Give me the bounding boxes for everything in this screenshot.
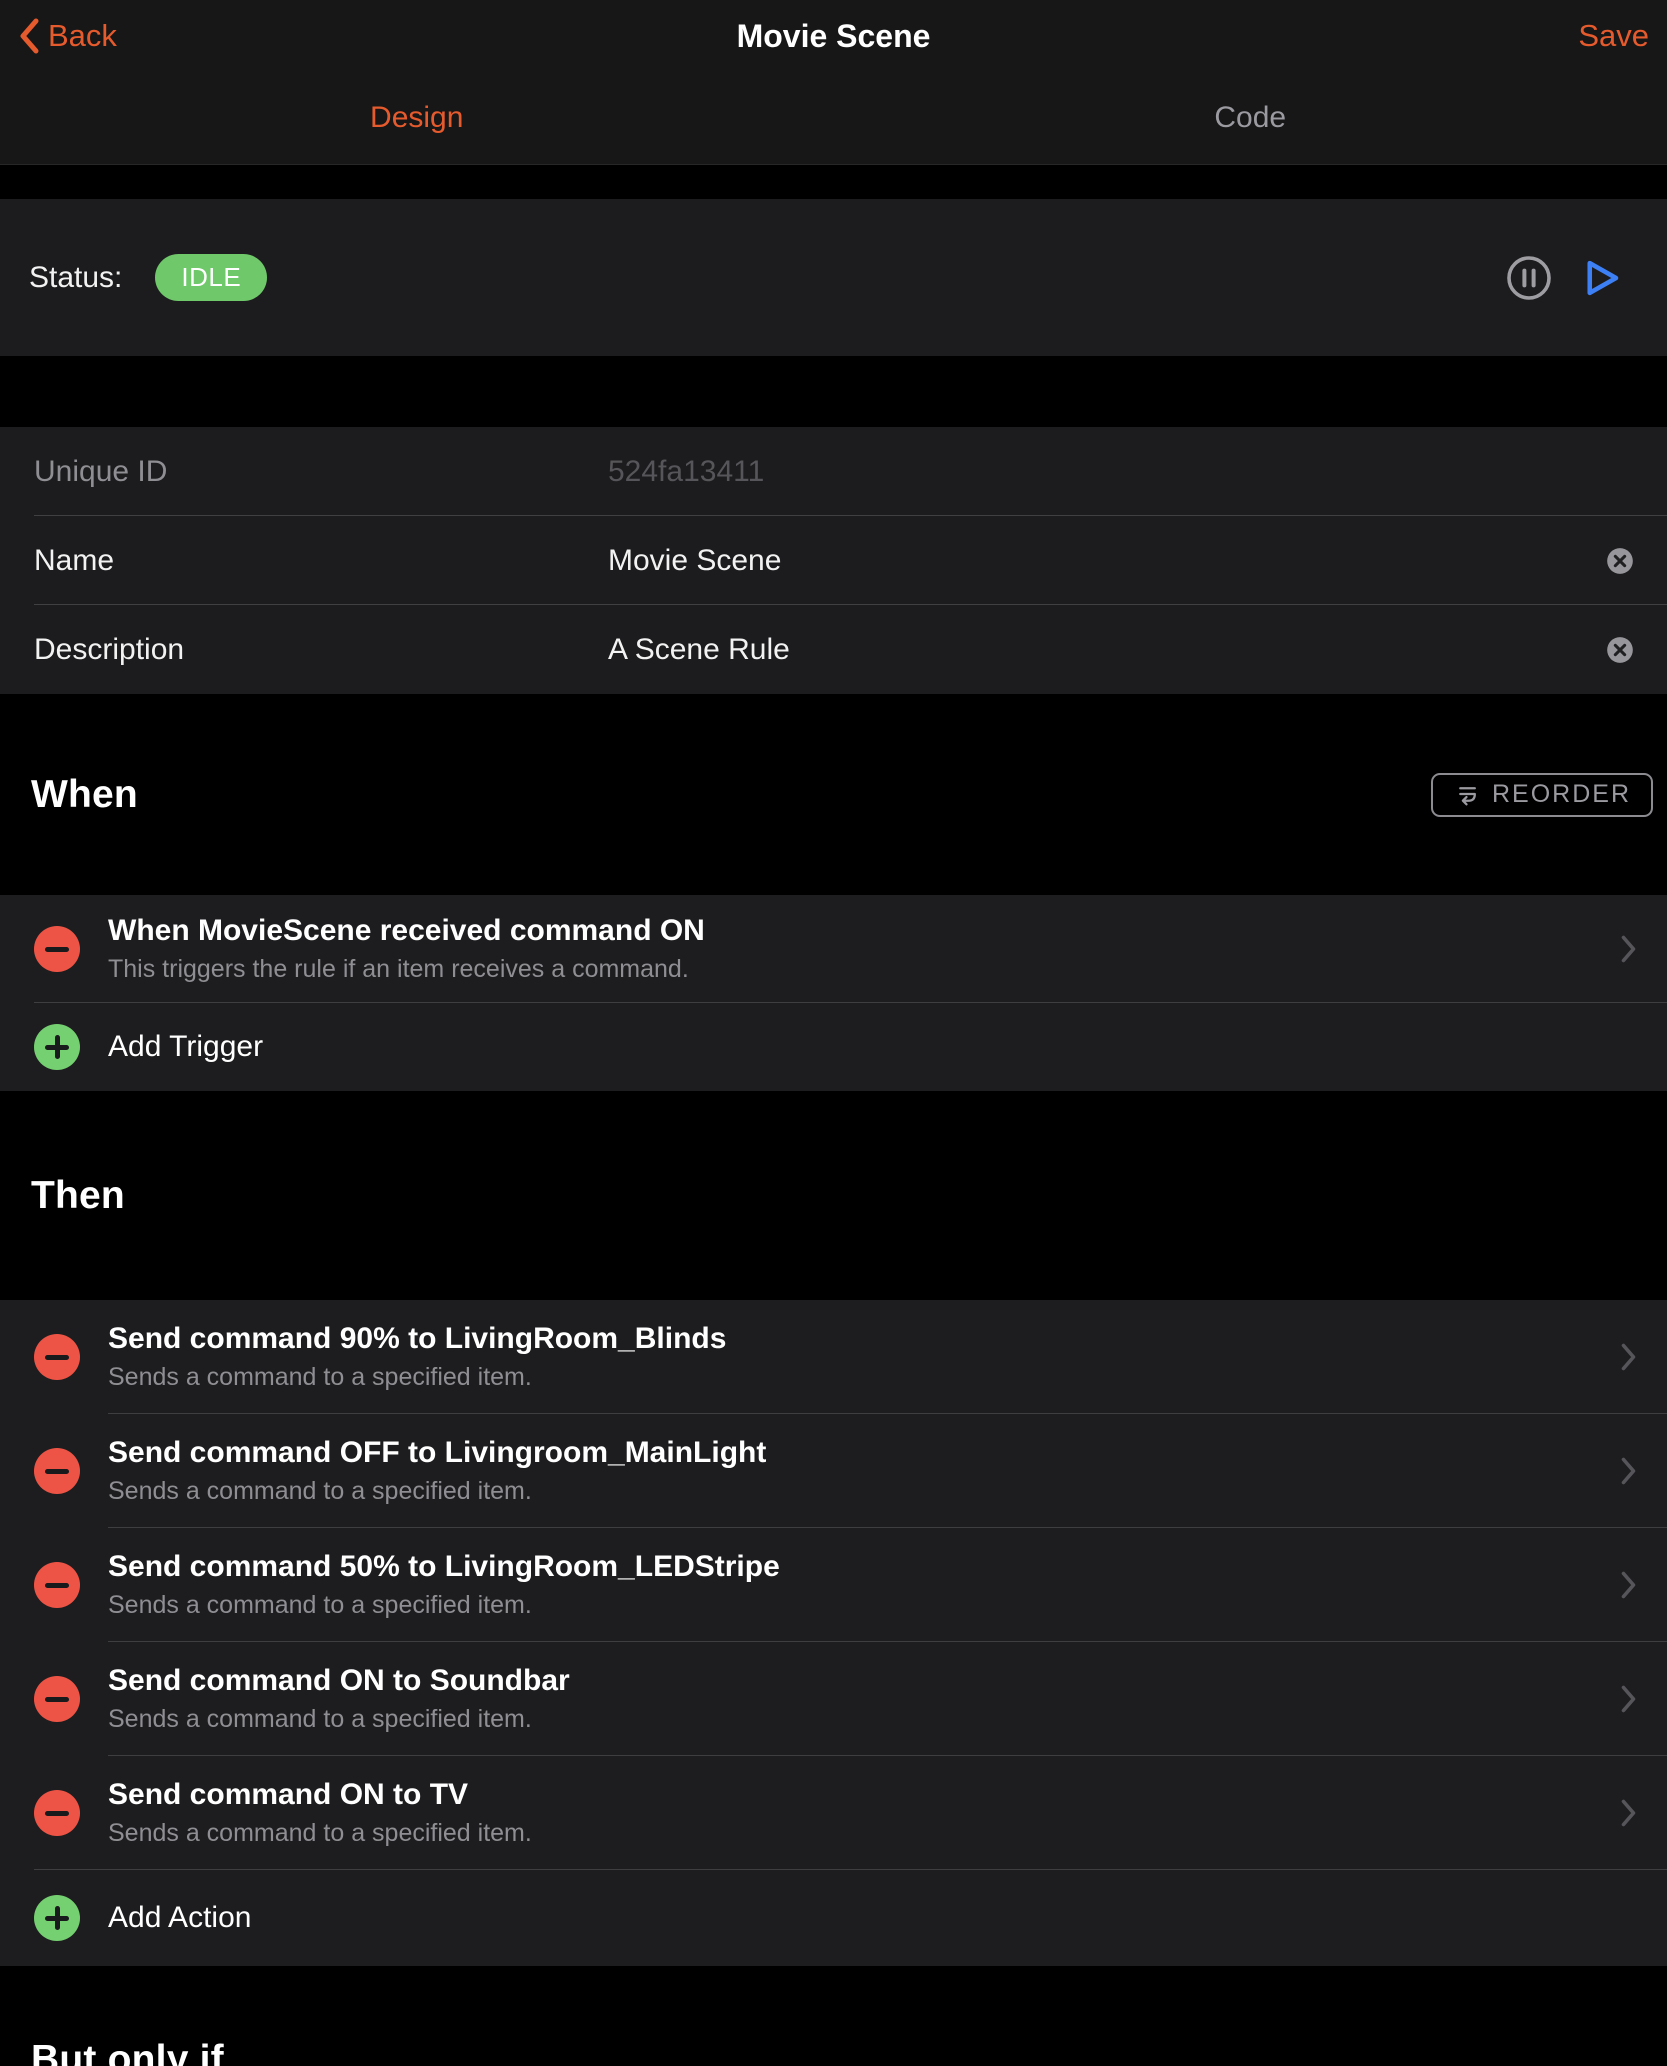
pause-button[interactable]: [1505, 254, 1553, 302]
action-subtitle: Sends a command to a specified item.: [108, 1591, 780, 1620]
remove-action-button[interactable]: [34, 1334, 80, 1380]
action-row[interactable]: Send command ON to Soundbar Sends a comm…: [0, 1642, 1667, 1756]
trigger-row[interactable]: When MovieScene received command ON This…: [0, 895, 1667, 1003]
action-texts: Send command 50% to LivingRoom_LEDStripe…: [108, 1550, 780, 1620]
back-label: Back: [48, 18, 117, 54]
action-row[interactable]: Send command ON to TV Sends a command to…: [0, 1756, 1667, 1870]
navbar-top-row: Back Movie Scene Save: [0, 0, 1667, 72]
add-action-button[interactable]: Add Action: [0, 1870, 1667, 1966]
chevron-right-icon: [1620, 1684, 1637, 1714]
action-title: Send command OFF to Livingroom_MainLight: [108, 1436, 766, 1470]
plus-icon: [34, 1024, 80, 1070]
chevron-right-icon: [1620, 1342, 1637, 1372]
name-input-value[interactable]: Movie Scene: [608, 544, 781, 578]
action-row[interactable]: Send command 50% to LivingRoom_LEDStripe…: [0, 1528, 1667, 1642]
chevron-right-icon: [1620, 1798, 1637, 1828]
action-row[interactable]: Send command 90% to LivingRoom_Blinds Se…: [0, 1300, 1667, 1414]
plus-icon: [34, 1895, 80, 1941]
add-action-label: Add Action: [108, 1901, 251, 1935]
then-section-header: Then: [0, 1091, 1667, 1300]
action-texts: Send command ON to Soundbar Sends a comm…: [108, 1664, 570, 1734]
unique-id-value: 524fa13411: [608, 455, 764, 489]
then-heading: Then: [31, 1174, 125, 1218]
trigger-title: When MovieScene received command ON: [108, 914, 705, 948]
but-only-if-heading: But only if: [31, 2038, 224, 2066]
add-trigger-button[interactable]: Add Trigger: [0, 1003, 1667, 1091]
clear-icon: [1606, 636, 1634, 664]
action-title: Send command 50% to LivingRoom_LEDStripe: [108, 1550, 780, 1584]
action-texts: Send command ON to TV Sends a command to…: [108, 1778, 532, 1848]
tab-bar: Design Code: [0, 72, 1667, 164]
reorder-icon: [1453, 783, 1480, 806]
action-texts: Send command 90% to LivingRoom_Blinds Se…: [108, 1322, 726, 1392]
rule-details-section: Unique ID 524fa13411 Name Movie Scene De…: [0, 427, 1667, 694]
tab-code[interactable]: Code: [834, 72, 1667, 164]
status-badge: IDLE: [155, 254, 267, 301]
action-title: Send command ON to TV: [108, 1778, 532, 1812]
remove-action-button[interactable]: [34, 1448, 80, 1494]
pause-icon: [1505, 254, 1553, 302]
description-label: Description: [34, 633, 184, 667]
action-list: Send command 90% to LivingRoom_Blinds Se…: [0, 1300, 1667, 1966]
remove-trigger-button[interactable]: [34, 926, 80, 972]
description-row: Description A Scene Rule: [0, 605, 1667, 694]
remove-action-button[interactable]: [34, 1562, 80, 1608]
but-only-if-section-header: But only if: [0, 1966, 1667, 2066]
add-trigger-label: Add Trigger: [108, 1030, 263, 1064]
action-subtitle: Sends a command to a specified item.: [108, 1363, 726, 1392]
name-label: Name: [34, 544, 114, 578]
navbar: Back Movie Scene Save Design Code: [0, 0, 1667, 165]
description-input-value[interactable]: A Scene Rule: [608, 633, 790, 667]
run-button[interactable]: [1581, 256, 1623, 300]
action-texts: Send command OFF to Livingroom_MainLight…: [108, 1436, 766, 1506]
page-title: Movie Scene: [0, 18, 1667, 55]
unique-id-label: Unique ID: [34, 455, 167, 489]
trigger-texts: When MovieScene received command ON This…: [108, 914, 705, 984]
trigger-subtitle: This triggers the rule if an item receiv…: [108, 955, 705, 984]
status-section: Status: IDLE: [0, 199, 1667, 356]
chevron-left-icon: [16, 17, 42, 55]
back-button[interactable]: Back: [0, 17, 117, 55]
status-controls: [1505, 254, 1623, 302]
when-heading: When: [31, 773, 138, 817]
remove-action-button[interactable]: [34, 1676, 80, 1722]
action-title: Send command ON to Soundbar: [108, 1664, 570, 1698]
clear-icon: [1606, 547, 1634, 575]
reorder-label: REORDER: [1492, 780, 1631, 809]
action-subtitle: Sends a command to a specified item.: [108, 1705, 570, 1734]
rule-editor-screen: Back Movie Scene Save Design Code Status…: [0, 0, 1667, 2066]
chevron-right-icon: [1620, 1456, 1637, 1486]
chevron-right-icon: [1620, 934, 1637, 964]
trigger-list: When MovieScene received command ON This…: [0, 895, 1667, 1091]
clear-description-button[interactable]: [1606, 636, 1634, 664]
action-subtitle: Sends a command to a specified item.: [108, 1819, 532, 1848]
clear-name-button[interactable]: [1606, 547, 1634, 575]
save-button[interactable]: Save: [1578, 18, 1667, 54]
chevron-right-icon: [1620, 1570, 1637, 1600]
action-title: Send command 90% to LivingRoom_Blinds: [108, 1322, 726, 1356]
remove-action-button[interactable]: [34, 1790, 80, 1836]
action-subtitle: Sends a command to a specified item.: [108, 1477, 766, 1506]
when-section-header: When REORDER: [0, 694, 1667, 895]
play-icon: [1581, 256, 1623, 300]
reorder-button[interactable]: REORDER: [1431, 773, 1653, 817]
unique-id-row: Unique ID 524fa13411: [0, 427, 1667, 516]
status-label: Status:: [29, 261, 122, 295]
tab-design[interactable]: Design: [0, 72, 834, 164]
name-row: Name Movie Scene: [0, 516, 1667, 605]
action-row[interactable]: Send command OFF to Livingroom_MainLight…: [0, 1414, 1667, 1528]
